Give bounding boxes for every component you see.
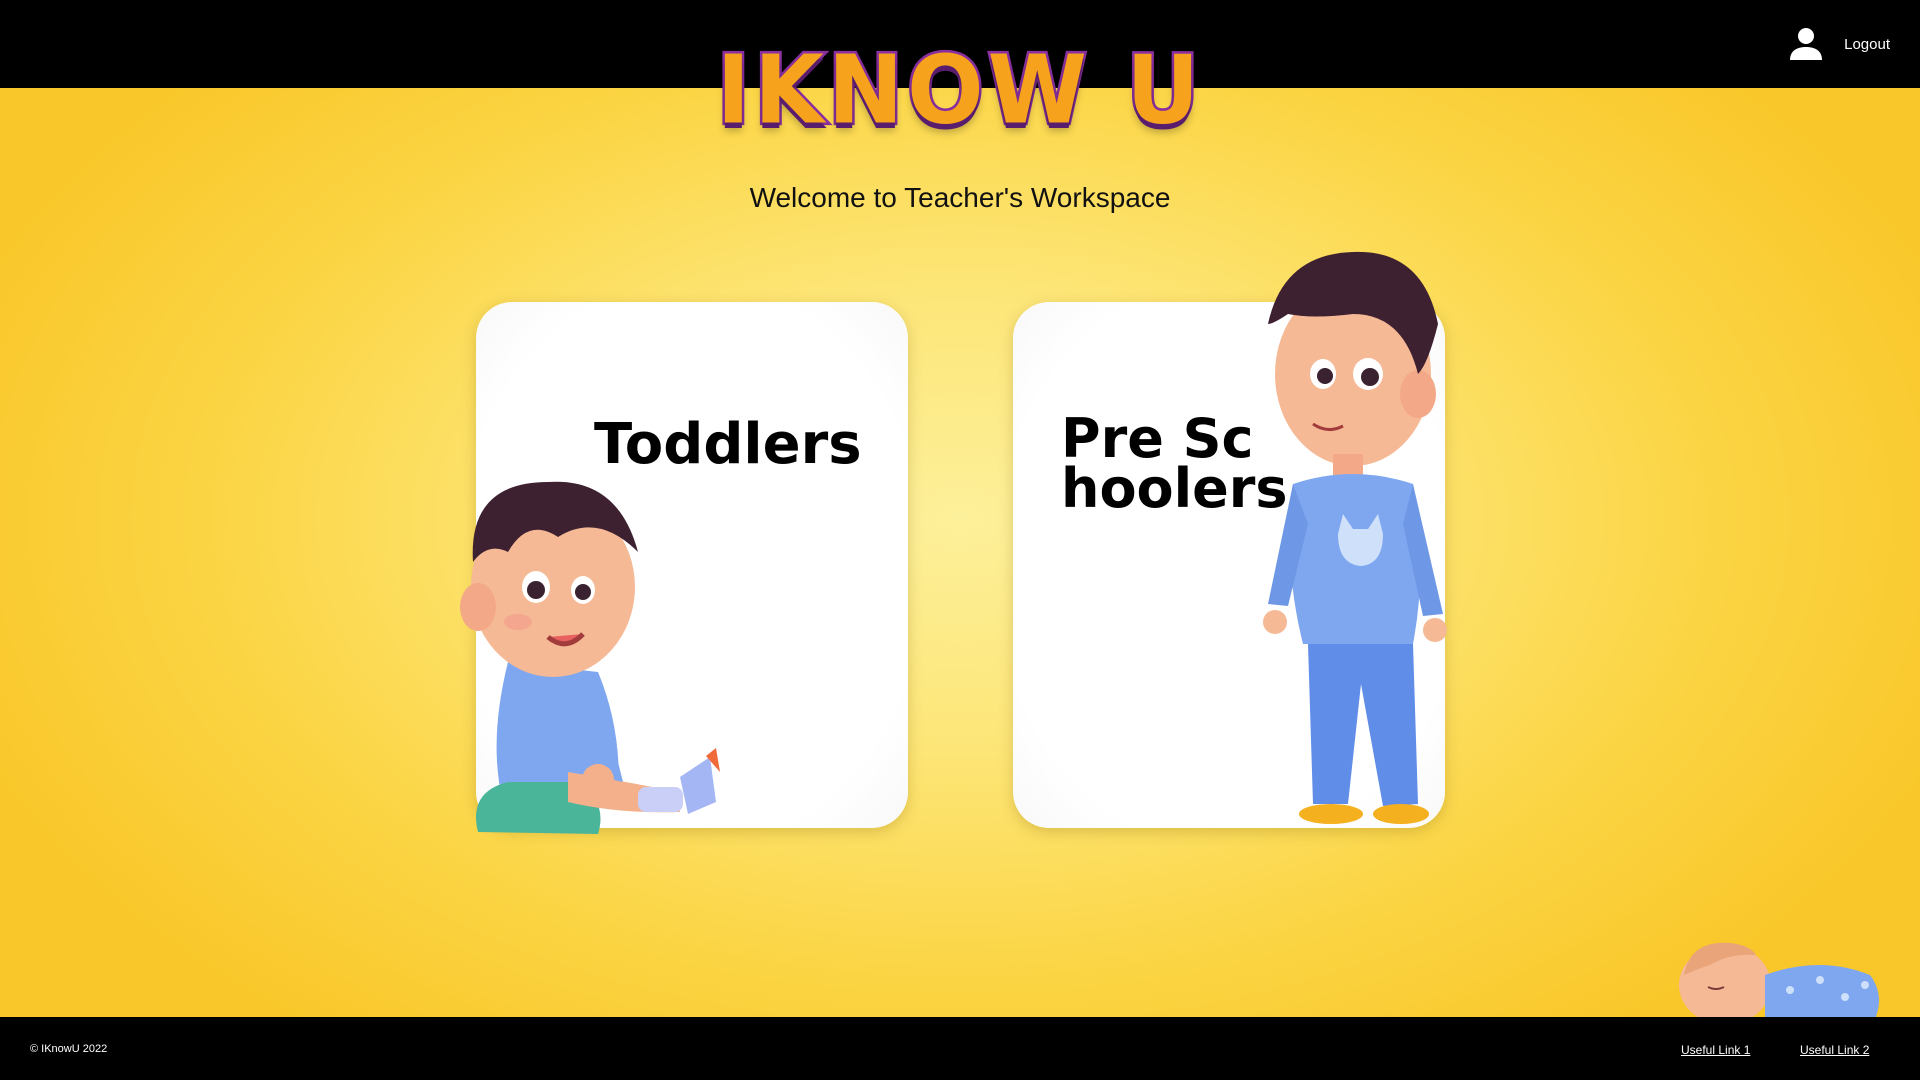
brand-logo: IKNOW U	[690, 32, 1230, 148]
toddlers-card-title: Toddlers	[594, 412, 862, 477]
footer: © IKnowU 2022 Useful Link 1 Useful Link …	[0, 1017, 1920, 1080]
preschoolers-card-title: Pre Schoolers	[1061, 407, 1288, 520]
useful-link-2[interactable]: Useful Link 2	[1800, 1043, 1869, 1057]
welcome-heading: Welcome to Teacher's Workspace	[749, 182, 1171, 213]
copyright-text: © IKnowU 2022	[30, 1043, 108, 1055]
preschoolers-card[interactable]: Pre Schoolers	[1013, 251, 1447, 828]
standing-boy-illustration	[1263, 251, 1447, 824]
logout-button[interactable]: Logout	[1786, 22, 1890, 66]
useful-link-1[interactable]: Useful Link 1	[1681, 1043, 1750, 1057]
user-icon	[1786, 24, 1826, 64]
logout-label: Logout	[1844, 35, 1890, 53]
toddlers-card[interactable]: Toddlers	[460, 302, 908, 834]
brand-logo-text: IKNOW U	[714, 32, 1204, 148]
sleeping-baby-illustration	[1679, 942, 1879, 1019]
sitting-toddler-illustration	[460, 481, 720, 834]
